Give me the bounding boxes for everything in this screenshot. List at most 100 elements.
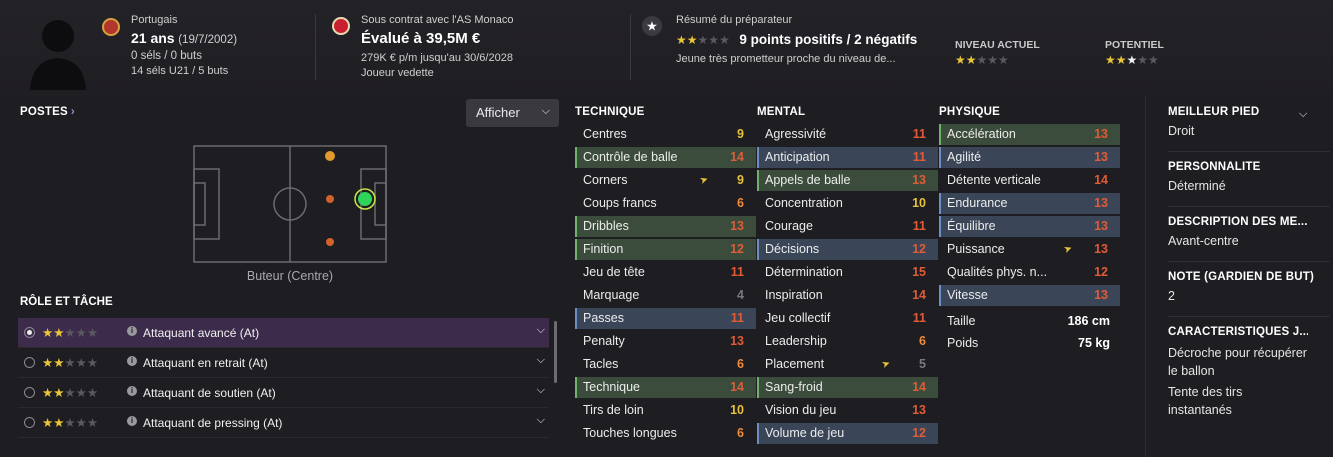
info-icon[interactable]: i [127, 356, 137, 366]
divider [315, 14, 316, 80]
radio-button[interactable] [24, 417, 35, 428]
attribute-row[interactable]: Qualités phys. n... 12 [939, 261, 1120, 284]
attribute-value: 11 [730, 265, 744, 279]
role-row[interactable]: ★★★★★ i Attaquant avancé (At) ⌵ [18, 318, 549, 348]
attribute-row[interactable]: Agressivité 11 [757, 123, 938, 146]
attribute-value: 12 [912, 426, 926, 440]
attribute-row[interactable]: Courage 11 [757, 215, 938, 238]
height-row: Taille 186 cm [939, 312, 1120, 332]
portugal-flag-icon [102, 18, 120, 36]
attribute-row[interactable]: Accélération 13 [939, 123, 1120, 146]
attribute-row[interactable]: Puissance ➤ 13 [939, 238, 1120, 261]
positions-title[interactable]: POSTES › [20, 106, 75, 118]
gk-rating-value: 2 [1168, 289, 1175, 303]
attribute-label: Volume de jeu [765, 426, 845, 440]
attribute-value: 14 [912, 288, 926, 302]
attribute-row[interactable]: Sang-froid 14 [757, 376, 938, 399]
height-label: Taille [947, 314, 976, 328]
role-row[interactable]: ★★★★★ i Attaquant de soutien (At) ⌵ [18, 378, 549, 408]
gk-rating-section: NOTE (GARDIEN DE BUT) 2 [1168, 271, 1328, 305]
weight-value: 75 kg [1078, 336, 1110, 350]
scout-points: 9 points positifs / 2 négatifs [739, 32, 918, 47]
role-row[interactable]: ★★★★★ i Attaquant de pressing (At) ⌵ [18, 408, 549, 438]
attribute-row[interactable]: Marquage 4 [575, 284, 756, 307]
attribute-row[interactable]: Jeu de tête 11 [575, 261, 756, 284]
attribute-row[interactable]: Coups francs 6 [575, 192, 756, 215]
attribute-row[interactable]: Jeu collectif 11 [757, 307, 938, 330]
attribute-row[interactable]: Vitesse 13 [939, 284, 1120, 307]
attribute-value: 14 [730, 380, 744, 394]
info-icon[interactable]: i [127, 416, 137, 426]
player-trait: Tente des tirs instantanés [1168, 385, 1243, 417]
chevron-down-icon[interactable]: ⌵ [537, 324, 545, 337]
chevron-down-icon[interactable]: ⌵ [1299, 108, 1307, 121]
attribute-row[interactable]: Endurance 13 [939, 192, 1120, 215]
attribute-row[interactable]: Technique 14 [575, 376, 756, 399]
attribute-row[interactable]: Détermination 15 [757, 261, 938, 284]
attribute-row[interactable]: Appels de balle 13 [757, 169, 938, 192]
role-list-scrollbar[interactable] [554, 321, 557, 383]
attribute-value: 11 [912, 311, 926, 325]
attribute-row[interactable]: Détente verticale 14 [939, 169, 1120, 192]
info-icon[interactable]: i [127, 386, 137, 396]
attribute-row[interactable]: Tirs de loin 10 [575, 399, 756, 422]
display-dropdown[interactable]: Afficher ⌵ [466, 99, 559, 127]
birthdate: (19/7/2002) [178, 34, 238, 46]
attribute-row[interactable]: Placement ➤ 5 [757, 353, 938, 376]
mental-attributes: MENTAL Agressivité 11 Anticipation 11 Appels… [757, 106, 938, 445]
technical-title: TECHNIQUE [575, 106, 645, 118]
attribute-value: 13 [1094, 219, 1108, 233]
attribute-label: Agressivité [765, 127, 827, 141]
youth-caps: 14 séls U21 / 5 buts [131, 65, 229, 77]
monaco-crest-icon[interactable] [332, 17, 350, 35]
attribute-value: 9 [737, 173, 744, 187]
attribute-row[interactable]: Agilité 13 [939, 146, 1120, 169]
player-traits-title: CARACTÉRISTIQUES J... [1168, 326, 1308, 338]
attribute-row[interactable]: Centres 9 [575, 123, 756, 146]
attribute-value: 15 [912, 265, 926, 279]
radio-button[interactable] [24, 387, 35, 398]
attribute-label: Jeu de tête [583, 265, 645, 279]
attribute-row[interactable]: Vision du jeu 13 [757, 399, 938, 422]
mental-title: MENTAL [757, 106, 806, 118]
attribute-row[interactable]: Concentration 10 [757, 192, 938, 215]
personality-section: PERSONNALITÉ Déterminé [1168, 161, 1318, 195]
attribute-row[interactable]: Finition 12 [575, 238, 756, 261]
attribute-row[interactable]: Corners ➤ 9 [575, 169, 756, 192]
attribute-row[interactable]: Penalty 13 [575, 330, 756, 353]
chevron-right-icon: › [70, 106, 75, 118]
attribute-value: 13 [730, 334, 744, 348]
role-duty-title: RÔLE ET TÂCHE [20, 296, 113, 308]
attribute-row[interactable]: Contrôle de balle 14 [575, 146, 756, 169]
attribute-row[interactable]: Décisions 12 [757, 238, 938, 261]
attribute-label: Agilité [947, 150, 982, 164]
attribute-row[interactable]: Dribbles 13 [575, 215, 756, 238]
chevron-down-icon[interactable]: ⌵ [537, 384, 545, 397]
radio-button[interactable] [24, 327, 35, 338]
attribute-row[interactable]: Passes 11 [575, 307, 756, 330]
attribute-label: Vision du jeu [765, 403, 837, 417]
physical-attributes: PHYSIQUE Accélération 13 Agilité 13 Détente … [939, 106, 1120, 307]
chevron-down-icon[interactable]: ⌵ [537, 414, 545, 427]
attribute-value: 13 [1094, 288, 1108, 302]
attribute-row[interactable]: Leadership 6 [757, 330, 938, 353]
chevron-down-icon[interactable]: ⌵ [537, 354, 545, 367]
attribute-row[interactable]: Tacles 6 [575, 353, 756, 376]
contract-club[interactable]: Sous contrat avec l'AS Monaco [361, 14, 514, 26]
attribute-row[interactable]: Volume de jeu 12 [757, 422, 938, 445]
attribute-label: Tacles [583, 357, 619, 371]
attribute-row[interactable]: Inspiration 14 [757, 284, 938, 307]
player-value: Évalué à 39,5M € [361, 30, 481, 47]
technical-attributes: TECHNIQUE Centres 9 Contrôle de balle 14 Cor… [575, 106, 756, 445]
info-icon[interactable]: i [127, 326, 137, 336]
player-info-panel: MEILLEUR PIED Droit ⌵ PERSONNALITÉ Déter… [1145, 96, 1333, 457]
scout-description[interactable]: Jeune très prometteur proche du niveau d… [676, 53, 917, 65]
radio-button[interactable] [24, 357, 35, 368]
role-row[interactable]: ★★★★★ i Attaquant en retrait (At) ⌵ [18, 348, 549, 378]
attribute-value: 6 [919, 334, 926, 348]
attribute-value: 14 [1094, 173, 1108, 187]
attribute-value: 10 [730, 403, 744, 417]
attribute-row[interactable]: Anticipation 11 [757, 146, 938, 169]
attribute-row[interactable]: Touches longues 6 [575, 422, 756, 445]
attribute-row[interactable]: Équilibre 13 [939, 215, 1120, 238]
